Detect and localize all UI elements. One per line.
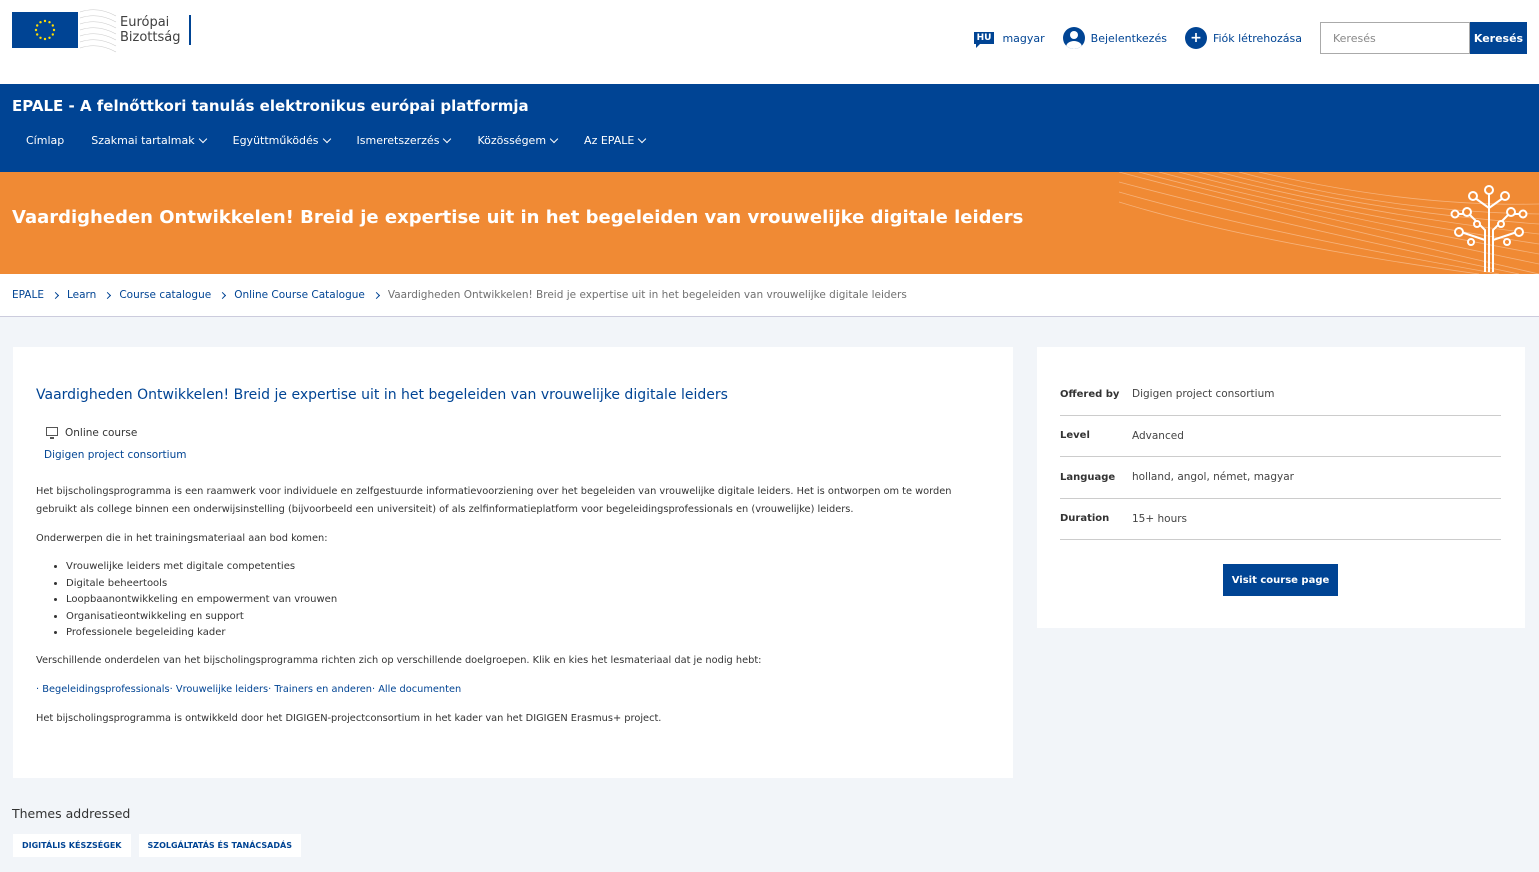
course-type-label: Online course [65, 427, 138, 439]
detail-value: Digigen project consortium [1132, 388, 1275, 401]
detail-key: Level [1060, 430, 1090, 442]
list-item: Loopbaanontwikkeling en empowerment van … [66, 592, 990, 609]
list-item: Vrouwelijke leiders met digitale compete… [66, 559, 990, 576]
list-item: Organisatieontwikkeling en support [66, 609, 990, 626]
nav-label: Szakmai tartalmak [91, 134, 195, 147]
detail-row: Language holland, angol, német, magyar [1060, 457, 1501, 499]
nav-item-about[interactable]: Az EPALE [584, 134, 647, 147]
login-label: Bejelentkezés [1090, 31, 1167, 45]
tree-icon [1450, 185, 1528, 272]
course-intro: Het bijscholingsprogramma is een raamwer… [36, 486, 952, 515]
list-item: Digitale beheertools [66, 576, 990, 593]
chevron-down-icon [638, 134, 647, 143]
audience-link[interactable]: Alle documenten [378, 684, 461, 695]
detail-value: holland, angol, német, magyar [1132, 471, 1295, 484]
course-details-card: Offered by Digigen project consortium Le… [1037, 347, 1525, 628]
nav-label: Közösségem [477, 134, 547, 147]
provider-link[interactable]: Digigen project consortium [44, 449, 990, 461]
plus-icon: + [1184, 27, 1207, 49]
monitor-icon [46, 426, 58, 439]
language-selector[interactable]: HU magyar [973, 31, 1045, 48]
theme-chips: DIGITÁLIS KÉSZSÉGEK SZOLGÁLTATÁS ÉS TANÁ… [13, 834, 309, 857]
banner-title: Vaardigheden Ontwikkelen! Breid je exper… [12, 207, 1024, 228]
audience-links: · Begeleidingsprofessionals· Vrouwelijke… [36, 683, 462, 695]
chevron-right-icon [104, 291, 112, 299]
chevron-down-icon [549, 134, 559, 143]
logo-text: Európai Bizottság [120, 15, 191, 45]
list-item: Professionele begeleiding kader [66, 625, 990, 642]
breadcrumb-link[interactable]: Course catalogue [119, 289, 211, 301]
breadcrumb-link[interactable]: Online Course Catalogue [234, 289, 365, 301]
logo-line-2: Bizottság [120, 30, 181, 45]
course-card: Vaardigheden Ontwikkelen! Breid je exper… [13, 347, 1013, 778]
breadcrumb-link[interactable]: Learn [67, 289, 96, 301]
detail-key: Offered by [1060, 388, 1120, 400]
audience-link[interactable]: Begeleidingsprofessionals [42, 684, 169, 695]
themes-title: Themes addressed [12, 806, 131, 821]
detail-key: Duration [1060, 513, 1110, 525]
main-nav: Címlap Szakmai tartalmak Együttműködés I… [12, 134, 1527, 147]
nav-item-learning[interactable]: Ismeretszerzés [356, 134, 452, 147]
nav-item-community[interactable]: Közösségem [477, 134, 559, 147]
breadcrumb-link[interactable]: EPALE [12, 289, 44, 301]
chevron-down-icon [322, 134, 331, 143]
visit-course-button[interactable]: Visit course page [1223, 564, 1338, 596]
language-label: magyar [1002, 31, 1045, 45]
detail-row: Offered by Digigen project consortium [1060, 374, 1501, 416]
eu-flag-icon [12, 9, 117, 53]
topics-list: Vrouwelijke leiders met digitale compete… [66, 559, 990, 642]
register-label: Fiók létrehozása [1212, 31, 1302, 45]
nav-label: Címlap [26, 134, 65, 147]
chevron-right-icon [219, 291, 227, 299]
nav-label: Az EPALE [584, 134, 635, 147]
nav-item-cooperation[interactable]: Együttműködés [232, 134, 331, 147]
site-title[interactable]: EPALE - A felnőttkori tanulás elektronik… [12, 84, 1527, 134]
header-actions: HU magyar Bejelentkezés + Fiók létrehozá… [973, 22, 1527, 54]
top-header: Európai Bizottság HU magyar Bejelentkezé… [0, 0, 1539, 84]
theme-chip[interactable]: DIGITÁLIS KÉSZSÉGEK [13, 834, 131, 857]
chevron-down-icon [198, 134, 207, 143]
nav-label: Együttműködés [232, 134, 319, 147]
audience-text: Verschillende onderdelen van het bijscho… [36, 654, 762, 666]
nav-label: Ismeretszerzés [356, 134, 440, 147]
search-button[interactable]: Keresés [1470, 22, 1527, 54]
european-commission-logo[interactable]: Európai Bizottság [12, 9, 191, 53]
logo-line-1: Európai [120, 15, 170, 30]
site-header: EPALE - A felnőttkori tanulás elektronik… [0, 84, 1539, 172]
breadcrumb: EPALE Learn Course catalogue Online Cour… [0, 274, 1539, 317]
register-link[interactable]: + Fiók létrehozása [1184, 27, 1302, 49]
theme-chip[interactable]: SZOLGÁLTATÁS ÉS TANÁCSADÁS [138, 834, 301, 857]
search-form: Keresés [1320, 22, 1527, 54]
detail-row: Level Advanced [1060, 416, 1501, 457]
chevron-right-icon [51, 291, 60, 299]
breadcrumb-current: Vaardigheden Ontwikkelen! Breid je exper… [387, 289, 907, 301]
search-input[interactable] [1320, 22, 1470, 54]
detail-key: Language [1060, 471, 1116, 483]
login-link[interactable]: Bejelentkezés [1062, 27, 1167, 49]
topics-intro: Onderwerpen die in het trainingsmateriaa… [36, 533, 328, 544]
nav-item-home[interactable]: Címlap [26, 134, 64, 147]
detail-value: 15+ hours [1132, 512, 1188, 525]
course-title: Vaardigheden Ontwikkelen! Breid je exper… [36, 387, 728, 403]
chevron-right-icon [372, 291, 380, 299]
detail-value: Advanced [1132, 429, 1184, 442]
course-type: Online course [46, 426, 990, 439]
course-footer-text: Het bijscholingsprogramma is ontwikkeld … [36, 712, 662, 724]
page-banner: Vaardigheden Ontwikkelen! Breid je exper… [0, 172, 1539, 274]
chevron-down-icon [443, 134, 452, 143]
audience-link[interactable]: Trainers en anderen [274, 684, 372, 695]
language-icon: HU [973, 32, 995, 48]
user-icon [1062, 27, 1085, 49]
nav-item-content[interactable]: Szakmai tartalmak [91, 134, 207, 147]
detail-row: Duration 15+ hours [1060, 499, 1501, 540]
audience-link[interactable]: Vrouwelijke leiders [176, 684, 268, 695]
